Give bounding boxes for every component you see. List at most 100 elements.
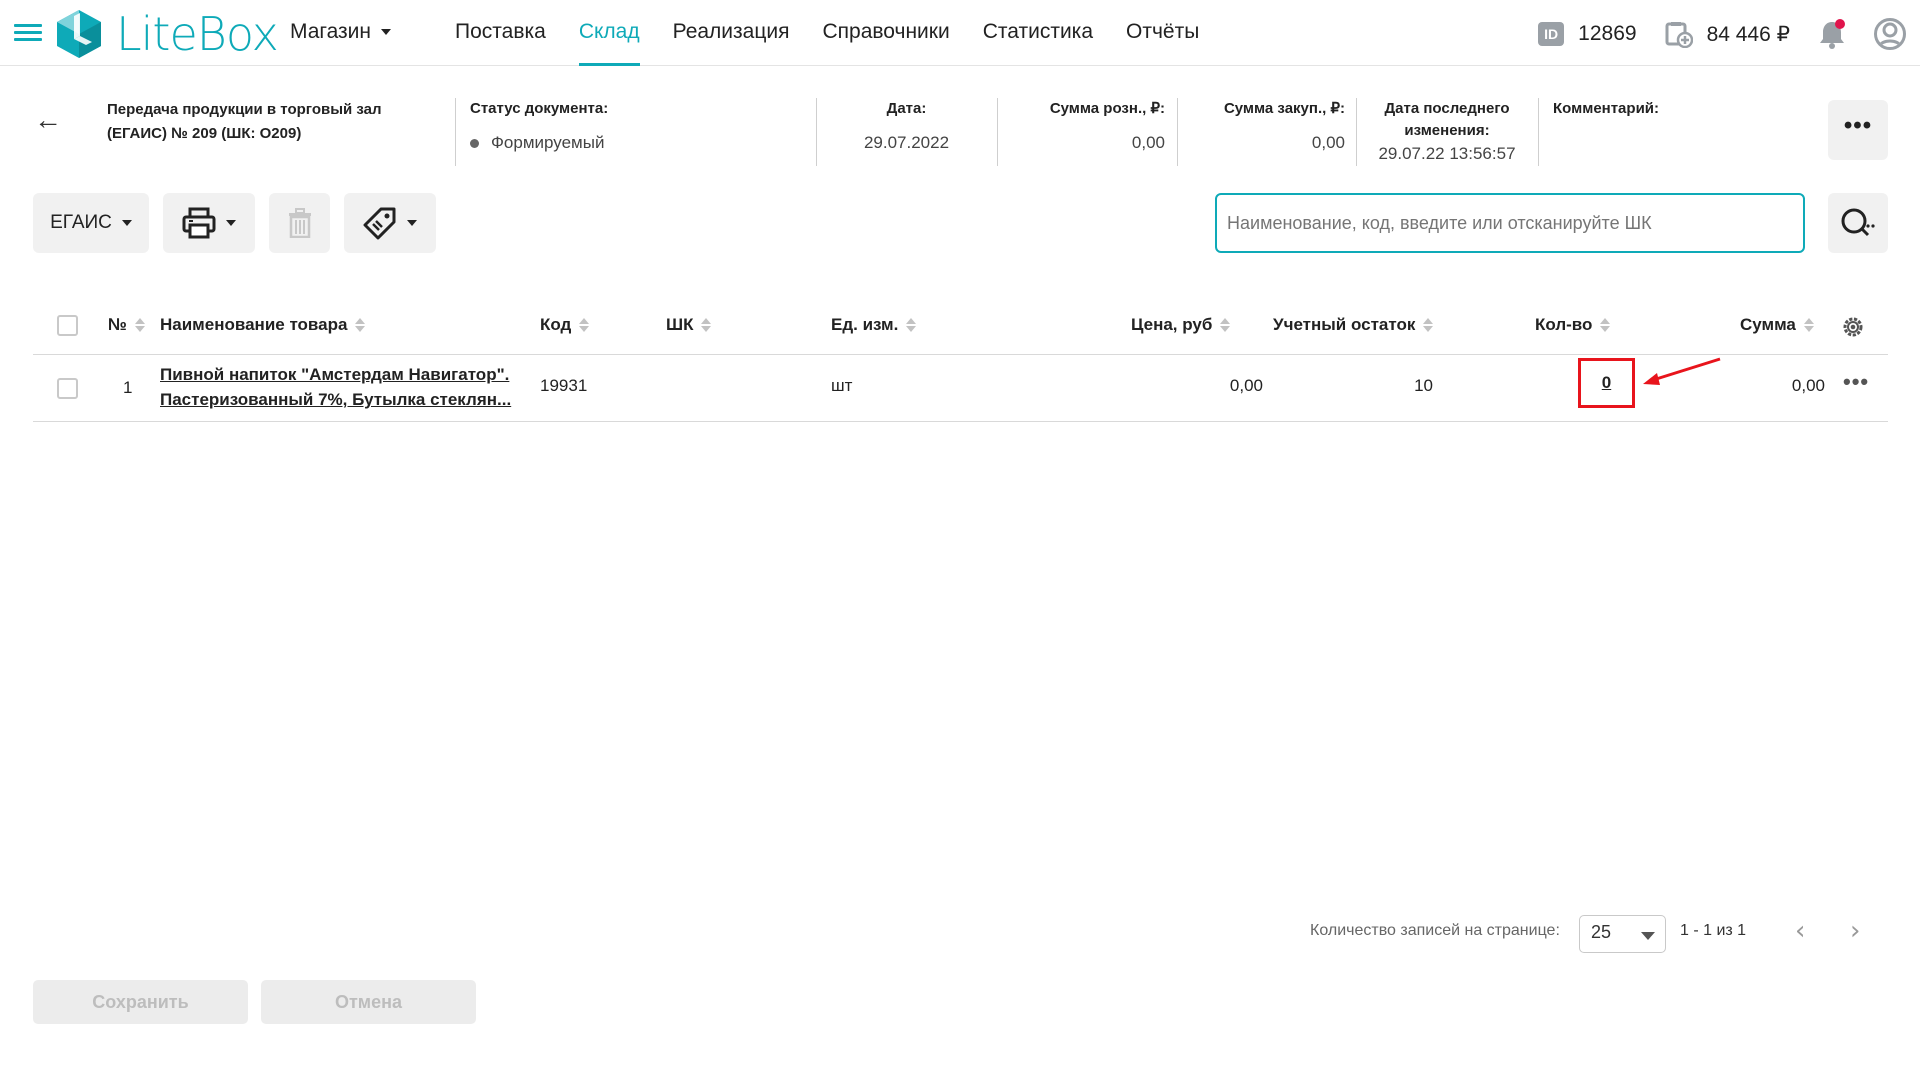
brand-name: LiteBox (116, 7, 279, 61)
column-header-name[interactable]: Наименование товара (160, 315, 366, 335)
modified-label-line2: изменения: (1404, 122, 1490, 139)
divider (1538, 98, 1539, 166)
search-icon (1841, 208, 1875, 237)
back-arrow-icon[interactable]: ← (34, 104, 62, 136)
product-name-line2: Пастеризованный 7%, Бутылка стеклян... (160, 390, 512, 409)
print-dropdown-button[interactable] (163, 193, 255, 253)
annotation-arrow-icon (1643, 357, 1721, 385)
caret-down-icon (381, 29, 392, 35)
nav-item-spravochniki[interactable]: Справочники (822, 0, 949, 66)
document-title: Передача продукции в торговый зал (ЕГАИС… (107, 98, 427, 146)
store-selector[interactable]: Магазин (290, 20, 392, 44)
save-button[interactable]: Сохранить (33, 980, 248, 1024)
modified-label-line1: Дата последнего (1384, 100, 1510, 117)
column-price-label: Цена, руб (1131, 315, 1213, 334)
retail-sum-label: Сумма розн., ₽: (1049, 100, 1165, 117)
row-price: 0,00 (1229, 376, 1263, 395)
prev-page-icon[interactable]: ‹ (1795, 916, 1805, 946)
comment-label: Комментарий: (1553, 100, 1660, 117)
page-size-select[interactable]: 25 (1579, 915, 1666, 953)
sort-icon (579, 318, 590, 332)
column-stock-label: Учетный остаток (1273, 315, 1416, 334)
account-id: 12869 (1578, 22, 1637, 45)
delete-button[interactable] (269, 193, 330, 253)
status-dot-icon (470, 139, 479, 149)
column-barcode-label: ШК (666, 315, 694, 334)
column-name-label: Наименование товара (160, 315, 348, 334)
wallet-add-icon[interactable] (1665, 20, 1693, 48)
column-header-sum[interactable]: Сумма (1740, 315, 1814, 335)
balance: 84 446 ₽ (1706, 22, 1790, 46)
nav-item-postavka[interactable]: Поставка (455, 0, 546, 66)
date-label: Дата: (886, 100, 927, 117)
column-header-price[interactable]: Цена, руб (1131, 315, 1231, 335)
page-size-value: 25 (1591, 922, 1612, 942)
divider (1356, 98, 1357, 166)
column-unit-label: Ед. изм. (831, 315, 899, 334)
column-num-label: № (108, 315, 127, 334)
sort-icon (1600, 318, 1611, 332)
row-qty-editable[interactable]: 0 (1578, 358, 1635, 408)
caret-down-icon (226, 220, 236, 226)
egais-dropdown-button[interactable]: ЕГАИС (33, 193, 149, 253)
bell-icon (1820, 19, 1845, 49)
menu-icon[interactable] (14, 24, 42, 42)
caret-down-icon (407, 220, 417, 226)
nav-item-otchety[interactable]: Отчёты (1126, 0, 1199, 66)
table-row[interactable]: 1 Пивной напиток "Амстердам Навигатор". … (33, 355, 1888, 422)
page-range: 1 - 1 из 1 (1680, 922, 1747, 939)
logo[interactable]: LiteBox (54, 6, 279, 62)
status-label: Статус документа: (470, 100, 609, 117)
next-page-icon[interactable]: › (1850, 916, 1860, 946)
tag-dropdown-button[interactable] (344, 193, 436, 253)
date-value: 29.07.2022 (863, 133, 950, 152)
column-header-qty[interactable]: Кол-во (1535, 315, 1611, 335)
retail-sum-block: Сумма розн., ₽: 0,00 (1005, 98, 1165, 166)
nav-item-statistika[interactable]: Статистика (983, 0, 1093, 66)
sort-icon (134, 318, 145, 332)
document-more-button[interactable]: ••• (1828, 100, 1888, 160)
date-block: Дата: 29.07.2022 (830, 98, 983, 166)
column-code-label: Код (540, 315, 572, 334)
price-tag-icon (363, 207, 396, 240)
row-more-icon[interactable]: ••• (1843, 369, 1869, 395)
caret-down-icon (121, 220, 132, 226)
document-title-line2: (ЕГАИС) № 209 (ШК: О209) (107, 125, 302, 142)
document-title-line1: Передача продукции в торговый зал (107, 101, 382, 118)
purchase-sum-label: Сумма закуп., ₽: (1223, 100, 1345, 117)
column-header-code[interactable]: Код (540, 315, 590, 335)
status-value: Формируемый (491, 133, 605, 152)
cancel-button[interactable]: Отмена (261, 980, 476, 1024)
user-avatar-icon[interactable] (1874, 18, 1906, 50)
row-checkbox[interactable] (57, 378, 78, 399)
sort-icon (355, 318, 366, 332)
product-name-link[interactable]: Пивной напиток "Амстердам Навигатор". Па… (160, 362, 525, 412)
egais-label: ЕГАИС (50, 212, 112, 233)
id-icon: ID (1538, 22, 1565, 46)
divider (455, 98, 456, 166)
retail-sum-value: 0,00 (1131, 133, 1165, 152)
column-header-stock[interactable]: Учетный остаток (1273, 315, 1434, 335)
select-all-checkbox[interactable] (57, 315, 78, 336)
page-size-label: Количество записей на странице: (1310, 922, 1560, 939)
divider (997, 98, 998, 166)
sort-icon (701, 318, 712, 332)
dropdown-arrow-icon (1641, 932, 1655, 940)
search-input[interactable] (1215, 193, 1805, 253)
store-label: Магазин (290, 20, 372, 43)
search-button[interactable] (1828, 193, 1888, 253)
column-header-barcode[interactable]: ШК (666, 315, 712, 335)
row-code: 19931 (540, 376, 588, 395)
main-nav: Поставка Склад Реализация Справочники Ст… (455, 0, 1232, 66)
trash-icon (288, 208, 311, 238)
column-header-num[interactable]: № (108, 315, 145, 335)
settings-gear-icon[interactable] (1841, 315, 1865, 339)
notifications-bell[interactable] (1818, 19, 1846, 49)
nav-item-realizaciya[interactable]: Реализация (673, 0, 790, 66)
divider (816, 98, 817, 166)
nav-item-sklad[interactable]: Склад (578, 0, 640, 66)
purchase-sum-block: Сумма закуп., ₽: 0,00 (1185, 98, 1345, 166)
row-stock: 10 (1414, 376, 1433, 395)
modified-label: Дата последнего изменения: (1362, 98, 1532, 142)
column-header-unit[interactable]: Ед. изм. (831, 315, 917, 335)
